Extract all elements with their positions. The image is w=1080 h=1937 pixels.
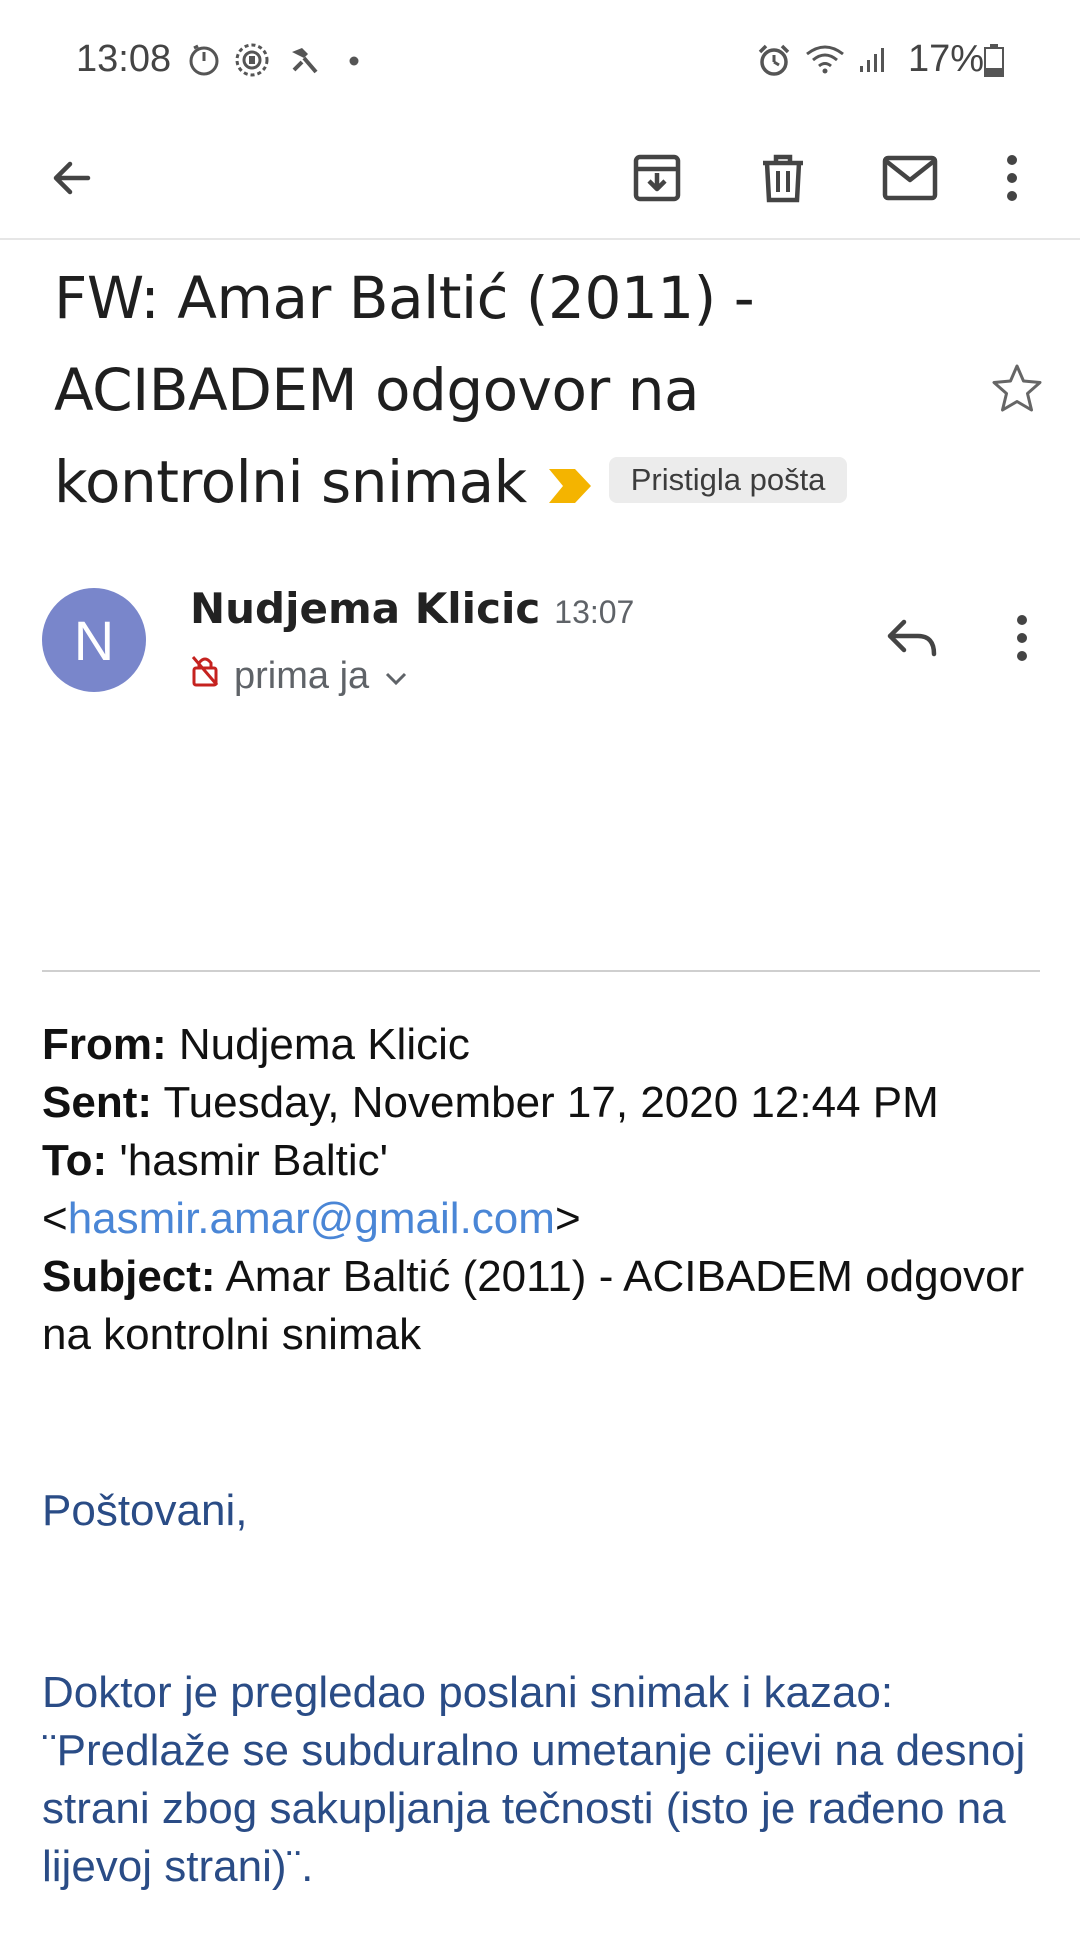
greeting-text: Poštovani, [42,1486,248,1535]
signal-icon [856,42,892,78]
quoted-divider [42,970,1040,972]
subject-line-3: kontrolni snimak [54,448,527,516]
inbox-label-chip[interactable]: Pristigla pošta [608,456,848,503]
star-icon [992,364,1042,412]
more-options-button[interactable] [982,138,1042,218]
delete-button[interactable] [743,138,823,218]
important-marker-icon[interactable] [547,440,593,532]
body-paragraph: Doktor je pregledao poslani snimak i kaz… [42,1668,1026,1891]
status-bar: 13:08 17% [0,0,1080,120]
mail-icon [882,155,938,201]
subject-line-1: FW: Amar Baltić (2011) - [54,264,755,332]
reply-icon [887,619,937,657]
back-arrow-icon [53,161,91,195]
from-line: From: Nudjema Klicic [42,1020,470,1069]
trash-icon [763,154,803,203]
recipient-details-toggle[interactable]: prima ja [190,654,409,698]
to-email-line: <hasmir.amar@gmail.com> [42,1194,581,1243]
email-subject: FW: Amar Baltić (2011) - ACIBADEM odgovo… [54,252,954,532]
dot-icon [340,42,376,78]
subject-line-2: ACIBADEM odgovor na [54,356,700,424]
tools-icon [286,42,322,78]
wifi-icon [804,42,846,78]
back-button[interactable] [32,138,112,218]
more-vert-icon [1017,615,1027,661]
chevron-down-icon [383,655,409,698]
sent-line: Sent: Tuesday, November 17, 2020 12:44 P… [42,1078,939,1127]
timer-icon [186,42,222,78]
more-vert-icon [1007,155,1017,201]
archive-icon [633,154,681,202]
mark-unread-button[interactable] [870,138,950,218]
sent-time: 13:07 [554,594,635,630]
star-button[interactable] [990,362,1044,419]
notification-app-icon [234,42,270,78]
sender-name: Nudjema Klicic [190,584,541,633]
battery-percentage: 17% [908,38,985,80]
email-toolbar [0,120,1080,240]
email-link[interactable]: hasmir.amar@gmail.com [68,1194,555,1243]
status-time: 13:08 [76,38,172,80]
sender-row: Nudjema Klicic 13:07 [190,584,634,633]
avatar[interactable]: N [42,588,146,692]
forwarded-header: From: Nudjema Klicic Sent: Tuesday, Nove… [42,1016,1052,1364]
recipient-label: prima ja [234,654,370,697]
battery-icon [982,42,1008,78]
alarm-icon [756,42,792,78]
unencrypted-lock-icon[interactable] [190,654,220,698]
message-more-button[interactable] [998,610,1046,671]
archive-button[interactable] [617,138,697,218]
subject-line: Subject: Amar Baltić (2011) - ACIBADEM o… [42,1252,1025,1359]
to-line: To: 'hasmir Baltic' [42,1136,389,1185]
reply-button[interactable] [884,610,940,671]
